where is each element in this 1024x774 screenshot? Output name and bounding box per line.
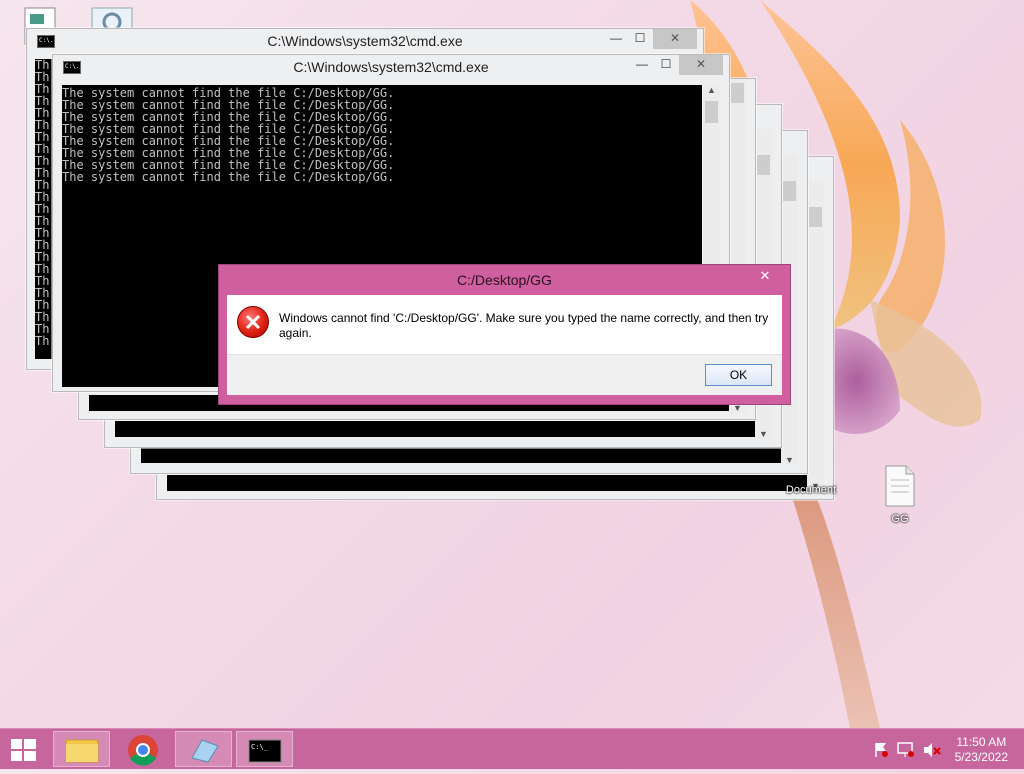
error-icon bbox=[237, 306, 269, 338]
clock-date: 5/23/2022 bbox=[954, 750, 1008, 764]
system-clock[interactable]: 11:50 AM 5/23/2022 bbox=[955, 735, 1008, 765]
taskbar-file-explorer[interactable] bbox=[53, 731, 110, 767]
minimize-button[interactable]: — bbox=[603, 29, 629, 49]
console-output bbox=[115, 421, 755, 437]
scroll-thumb[interactable] bbox=[783, 181, 796, 201]
desktop-icon-gg[interactable]: GG bbox=[880, 464, 920, 525]
scroll-thumb[interactable] bbox=[757, 155, 770, 175]
maximize-button[interactable]: ☐ bbox=[653, 55, 679, 75]
taskbar: C:\_ 11:50 AM 5/23/2022 bbox=[0, 728, 1024, 769]
taskbar-chrome[interactable] bbox=[114, 731, 171, 767]
desktop-icon-label: Document bbox=[785, 484, 837, 496]
dialog-message: Windows cannot find 'C:/Desktop/GG'. Mak… bbox=[279, 311, 769, 340]
scroll-thumb[interactable] bbox=[705, 101, 718, 123]
volume-muted-icon[interactable] bbox=[924, 743, 941, 757]
scrollbar[interactable]: ▼ bbox=[807, 181, 824, 491]
dialog-close-button[interactable]: ✕ bbox=[750, 266, 780, 286]
text-file-icon bbox=[885, 465, 915, 507]
taskbar-cmd[interactable]: C:\_ bbox=[236, 731, 293, 767]
dialog-body: Windows cannot find 'C:/Desktop/GG'. Mak… bbox=[227, 295, 782, 395]
desktop-icon-document[interactable]: Document bbox=[783, 470, 839, 496]
windows-logo-icon bbox=[11, 739, 36, 761]
notepad-icon bbox=[191, 739, 219, 763]
scroll-thumb[interactable] bbox=[731, 83, 744, 103]
maximize-button[interactable]: ☐ bbox=[627, 29, 653, 49]
scroll-down-arrow[interactable]: ▼ bbox=[781, 455, 798, 465]
chrome-icon bbox=[128, 735, 158, 766]
console-output bbox=[141, 447, 781, 463]
taskbar-notepad[interactable] bbox=[175, 731, 232, 767]
clock-time: 11:50 AM bbox=[956, 735, 1007, 749]
close-button[interactable]: ✕ bbox=[653, 29, 697, 49]
scroll-down-arrow[interactable]: ▼ bbox=[755, 429, 772, 439]
scroll-up-arrow[interactable]: ▲ bbox=[703, 85, 720, 95]
dialog-footer: OK bbox=[227, 354, 782, 395]
cmd-icon: C:\_ bbox=[248, 739, 282, 763]
scroll-thumb[interactable] bbox=[809, 207, 822, 227]
console-line: The system cannot find the file C:/Deskt… bbox=[62, 170, 395, 184]
network-icon[interactable] bbox=[897, 742, 914, 757]
dialog-title: C:/Desktop/GG bbox=[457, 272, 552, 288]
window-title: C:\Windows\system32\cmd.exe bbox=[267, 33, 463, 49]
error-dialog: C:/Desktop/GG ✕ Windows cannot find 'C:/… bbox=[218, 264, 791, 405]
folder-icon bbox=[65, 739, 99, 763]
console-output bbox=[167, 475, 807, 491]
window-title: C:\Windows\system32\cmd.exe bbox=[293, 59, 489, 75]
system-tray bbox=[870, 729, 950, 769]
minimize-button[interactable]: — bbox=[629, 55, 655, 75]
desktop-icon-label: GG bbox=[891, 513, 909, 525]
start-button[interactable] bbox=[0, 731, 48, 767]
close-button[interactable]: ✕ bbox=[679, 55, 723, 75]
svg-text:C:\_: C:\_ bbox=[251, 743, 269, 751]
ok-button[interactable]: OK bbox=[705, 364, 772, 386]
action-center-flag-icon[interactable] bbox=[875, 743, 888, 757]
